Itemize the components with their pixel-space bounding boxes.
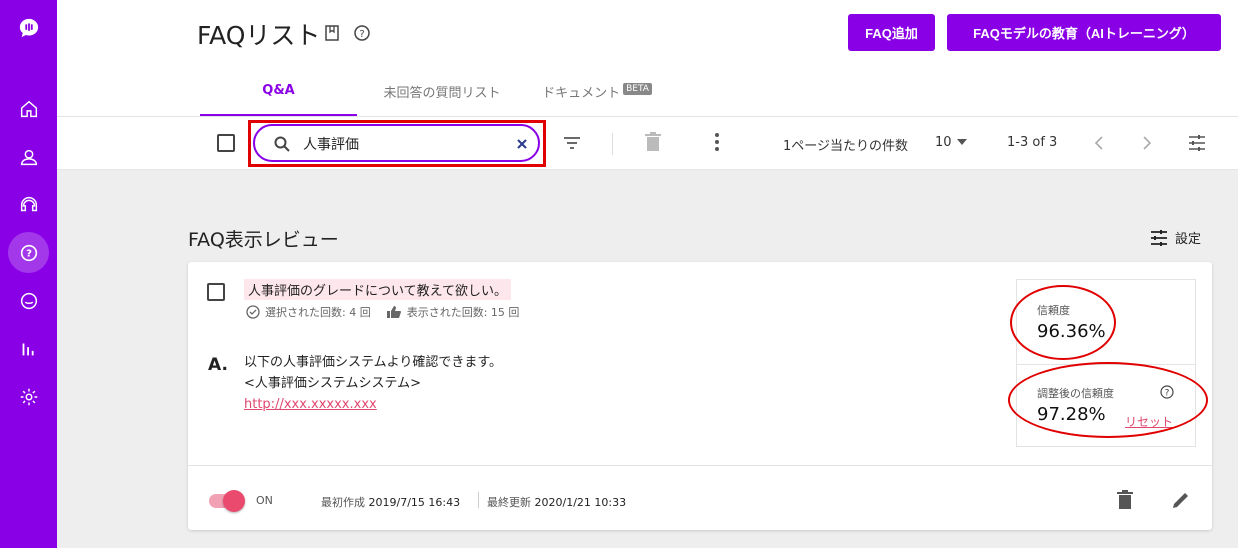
caret-down-icon[interactable] (957, 139, 967, 145)
sidebar-item-users[interactable] (8, 136, 49, 177)
next-page-icon[interactable] (1142, 135, 1152, 151)
updated-info: 最終更新 2020/1/21 10:33 (487, 494, 626, 510)
main-content: FAQ表示レビュー 設定 人事評価のグレードについて教えて欲しい。 選択された回… (57, 170, 1238, 548)
svg-text:?: ? (359, 29, 364, 40)
created-label: 最初作成 (321, 496, 365, 509)
sidebar-item-home[interactable] (8, 88, 49, 129)
select-all-checkbox[interactable] (217, 134, 235, 152)
toolbar-divider (612, 133, 613, 155)
search-box (253, 124, 540, 162)
clear-search-icon[interactable] (517, 139, 527, 149)
add-faq-button[interactable]: FAQ追加 (848, 14, 935, 51)
filter-icon[interactable] (562, 134, 582, 152)
bar-chart-icon (22, 343, 34, 355)
settings-button[interactable]: 設定 (1149, 228, 1201, 247)
page-range: 1-3 of 3 (1007, 135, 1058, 150)
column-settings-icon[interactable] (1187, 134, 1207, 152)
train-model-button[interactable]: FAQモデルの教育（AIトレーニング） (947, 14, 1221, 51)
home-icon (20, 100, 37, 117)
chat-headset-icon (20, 196, 37, 211)
faq-icon: ? (20, 244, 37, 261)
tune-icon (1151, 229, 1167, 246)
adjusted-highlight-ellipse (1008, 362, 1208, 438)
app-logo[interactable] (8, 7, 49, 48)
tab-documents[interactable]: ドキュメント BETA (527, 66, 667, 116)
smile-chat-icon (20, 292, 37, 309)
section-title: FAQ表示レビュー (188, 229, 339, 251)
tab-qa[interactable]: Q&A (200, 66, 357, 116)
shown-count: 表示された回数: 15 回 (406, 306, 520, 319)
help-icon[interactable]: ? (353, 24, 371, 42)
edit-icon[interactable] (1171, 490, 1191, 510)
created-info: 最初作成 2019/7/15 16:43 (321, 494, 460, 510)
answer-line-2: <人事評価システムシステム> (244, 376, 422, 391)
answer-text: 以下の人事評価システムより確認できます。 <人事評価システムシステム> http… (244, 352, 502, 415)
per-page-label: 1ページ当たりの件数 (783, 139, 909, 154)
updated-value: 2020/1/21 10:33 (534, 496, 627, 509)
search-icon (274, 136, 290, 152)
footer-divider (478, 492, 479, 508)
answer-line-1: 以下の人事評価システムより確認できます。 (244, 355, 503, 370)
more-vert-icon[interactable] (713, 132, 721, 152)
sidebar-item-faq[interactable]: ? (8, 232, 49, 273)
faq-card: 人事評価のグレードについて教えて欲しい。 選択された回数: 4 回 表示された回… (188, 262, 1212, 530)
gear-icon (20, 388, 37, 405)
faq-select-checkbox[interactable] (207, 283, 225, 301)
bookmark-icon[interactable] (323, 24, 341, 42)
beta-badge: BETA (623, 83, 652, 95)
toggle-label: ON (256, 494, 273, 507)
sidebar-item-analytics[interactable] (8, 328, 49, 369)
selected-count: 選択された回数: 4 回 (265, 306, 371, 319)
toolbar: 1ページ当たりの件数 10 1-3 of 3 (57, 117, 1238, 170)
sidebar-item-chat[interactable] (8, 280, 49, 321)
updated-label: 最終更新 (487, 496, 531, 509)
question-text: 人事評価のグレードについて教えて欲しい。 (244, 279, 511, 300)
tab-unanswered[interactable]: 未回答の質問リスト (357, 66, 527, 116)
sidebar: ? (0, 0, 57, 548)
answer-link[interactable]: http://xxx.xxxxx.xxx (244, 394, 502, 415)
tab-documents-label: ドキュメント (542, 85, 621, 101)
check-badge-icon (246, 305, 260, 319)
confidence-highlight-ellipse (1010, 285, 1116, 360)
search-input[interactable] (303, 134, 503, 154)
user-icon (20, 149, 37, 165)
page-header: FAQリスト ? FAQ追加 FAQモデルの教育（AIトレーニング） Q&A 未… (57, 0, 1238, 117)
faq-toggle-knob[interactable] (223, 490, 245, 512)
prev-page-icon[interactable] (1094, 135, 1104, 151)
faq-stats: 選択された回数: 4 回 表示された回数: 15 回 (246, 304, 519, 320)
sidebar-item-settings[interactable] (8, 376, 49, 417)
created-value: 2019/7/15 16:43 (368, 496, 461, 509)
settings-label: 設定 (1175, 232, 1202, 247)
thumbs-up-icon (386, 306, 401, 318)
trash-icon[interactable] (645, 132, 661, 152)
svg-text:?: ? (26, 248, 32, 259)
page-title: FAQリスト (197, 21, 321, 50)
answer-marker: A. (208, 355, 228, 375)
sidebar-item-conversations[interactable] (8, 184, 49, 225)
per-page-select[interactable]: 10 (935, 135, 952, 150)
delete-icon[interactable] (1117, 490, 1133, 510)
card-footer: ON 最初作成 2019/7/15 16:43 最終更新 2020/1/21 1… (188, 465, 1212, 530)
chat-bubble-icon (19, 18, 38, 37)
